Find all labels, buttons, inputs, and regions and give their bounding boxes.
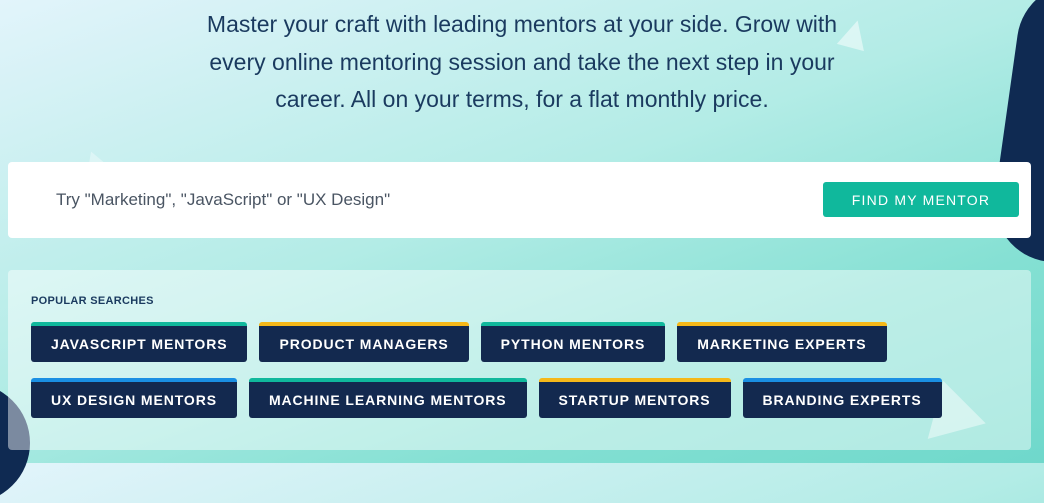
popular-searches-title: POPULAR SEARCHES	[31, 295, 154, 307]
hero-line: career. All on your terms, for a flat mo…	[275, 86, 769, 112]
popular-searches-row: JAVASCRIPT MENTORS PRODUCT MANAGERS PYTH…	[31, 322, 887, 362]
search-card: FIND MY MENTOR	[8, 162, 1031, 238]
search-chip[interactable]: MACHINE LEARNING MENTORS	[248, 378, 527, 418]
search-chip[interactable]: STARTUP MENTORS	[538, 378, 731, 418]
hero-description: Master your craft with leading mentors a…	[0, 6, 1044, 119]
search-chip[interactable]: BRANDING EXPERTS	[742, 378, 942, 418]
search-chip[interactable]: JAVASCRIPT MENTORS	[31, 322, 248, 362]
search-chip[interactable]: UX DESIGN MENTORS	[31, 378, 237, 418]
popular-searches-row: UX DESIGN MENTORS MACHINE LEARNING MENTO…	[31, 378, 942, 418]
popular-searches-panel: POPULAR SEARCHES JAVASCRIPT MENTORS PROD…	[8, 270, 1031, 450]
search-chip[interactable]: MARKETING EXPERTS	[677, 322, 887, 362]
search-chip[interactable]: PRODUCT MANAGERS	[259, 322, 469, 362]
hero-line: Master your craft with leading mentors a…	[206, 11, 838, 37]
search-input[interactable]	[32, 180, 820, 220]
find-my-mentor-button[interactable]: FIND MY MENTOR	[823, 182, 1019, 217]
search-chip[interactable]: PYTHON MENTORS	[480, 322, 666, 362]
hero-line: every online mentoring session and take …	[209, 48, 835, 75]
